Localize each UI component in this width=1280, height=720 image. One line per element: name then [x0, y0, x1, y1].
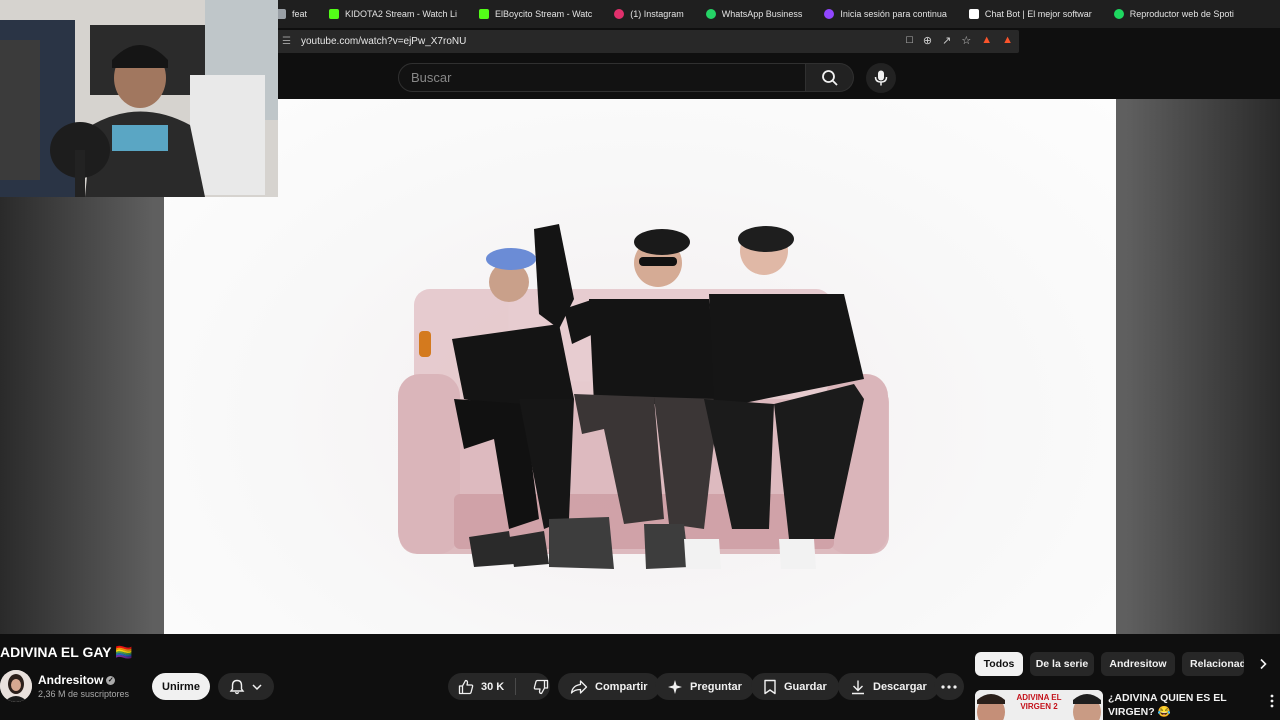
twitch-icon: [824, 9, 835, 19]
thumbnail-text: ADIVINA EL VIRGEN 2: [1016, 693, 1062, 711]
chip-andresitow[interactable]: Andresitow: [1101, 652, 1175, 676]
chip-todos[interactable]: Todos: [975, 652, 1023, 676]
more-horizontal-icon: [941, 684, 957, 689]
address-bar[interactable]: ☰ youtube.com/watch?v=ejPw_X7roNU □ ⊕ ↗ …: [276, 30, 1019, 53]
bell-icon: [229, 679, 245, 694]
site-info-icon[interactable]: ☰: [282, 36, 291, 47]
like-count: 30 K: [481, 680, 505, 693]
bookmark-label: WhatsApp Business: [721, 9, 803, 19]
more-vertical-icon: [1270, 694, 1274, 708]
download-icon: [852, 680, 864, 694]
bookmark-item[interactable]: KIDOTA2 Stream - Watch Li: [329, 9, 457, 19]
webcam-feed: [0, 0, 278, 197]
kick-icon: [479, 9, 490, 19]
download-button[interactable]: Descargar: [838, 673, 939, 700]
share-label: Compartir: [595, 680, 648, 693]
voice-search-button[interactable]: [866, 63, 896, 93]
chips-next-button[interactable]: [1250, 652, 1276, 676]
channel-name-text[interactable]: Andresitow: [38, 673, 103, 687]
join-button[interactable]: Unirme: [152, 673, 210, 700]
bookmark-label: Inicia sesión para continua: [840, 9, 947, 19]
bookmark-label: feat: [292, 9, 308, 19]
search-input[interactable]: [399, 64, 805, 91]
chatbot-icon: [968, 9, 979, 19]
brave-shield-icon[interactable]: ▲: [981, 34, 992, 47]
more-actions-button[interactable]: [934, 673, 964, 700]
instagram-icon: [614, 9, 625, 19]
chip-de-la-serie[interactable]: De la serie: [1030, 652, 1094, 676]
recommended-menu-button[interactable]: [1266, 692, 1278, 710]
dislike-button[interactable]: [523, 673, 549, 700]
chevron-right-icon: [1260, 658, 1267, 670]
video-frame: [398, 224, 889, 569]
bookmark-item[interactable]: Chat Bot | El mejor softwar: [968, 9, 1092, 19]
bookmark-item[interactable]: Reproductor web de Spoti: [1113, 9, 1234, 19]
chevron-down-icon: [252, 683, 262, 690]
rewards-icon[interactable]: ▲: [1002, 34, 1013, 47]
bookmark-label: Reproductor web de Spoti: [1129, 9, 1234, 19]
cast-icon[interactable]: □: [906, 34, 913, 47]
bookmark-label: ElBoycito Stream - Watc: [495, 9, 593, 19]
verified-check-icon: ✓: [106, 676, 116, 686]
recommended-thumbnail[interactable]: ADIVINA EL VIRGEN 2: [975, 690, 1103, 720]
bookmark-label: Chat Bot | El mejor softwar: [984, 9, 1092, 19]
address-bar-actions: □ ⊕ ↗ ☆ ▲ ▲: [906, 34, 1013, 47]
share-button[interactable]: Compartir: [558, 673, 660, 700]
share-icon: [570, 679, 588, 694]
screen: feat KIDOTA2 Stream - Watch Li ElBoycito S…: [0, 0, 1280, 720]
webcam-overlay: [0, 0, 278, 197]
search-box: [398, 63, 806, 92]
bookmark-item[interactable]: Inicia sesión para continua: [824, 9, 947, 19]
thumbnail-caption: ADIVINA EL VIRGEN 2: [1011, 693, 1067, 711]
subscriber-count: 2,36 M de suscriptores: [38, 689, 130, 699]
bookmark-icon: [764, 679, 776, 694]
recommended-title[interactable]: ¿ADIVINA QUIEN ES EL VIRGEN? 😂: [1108, 691, 1243, 719]
microphone-icon: [874, 70, 888, 86]
share-page-icon[interactable]: ↗: [942, 34, 951, 47]
like-divider: [515, 678, 517, 695]
thumbs-up-icon: [458, 679, 474, 694]
ask-label: Preguntar: [690, 680, 742, 693]
channel-avatar[interactable]: [0, 670, 32, 702]
spotify-icon: [1113, 9, 1124, 19]
ask-button[interactable]: Preguntar: [655, 673, 754, 700]
kick-icon: [329, 9, 340, 19]
video-player[interactable]: [164, 99, 1116, 634]
avatar-image: [0, 670, 32, 702]
youtube-masthead: [276, 56, 1280, 99]
notifications-button[interactable]: [218, 673, 274, 700]
bookmark-star-icon[interactable]: ☆: [961, 34, 971, 47]
chip-relacionados[interactable]: Relacionados: [1182, 652, 1244, 676]
bookmark-label: KIDOTA2 Stream - Watch Li: [345, 9, 458, 19]
bookmark-label: (1) Instagram: [630, 9, 684, 19]
bookmark-item[interactable]: ElBoycito Stream - Watc: [479, 9, 592, 19]
zoom-icon[interactable]: ⊕: [923, 34, 932, 47]
bookmark-item[interactable]: WhatsApp Business: [705, 9, 803, 19]
thumbs-down-icon: [533, 679, 549, 694]
search-icon: [821, 69, 838, 86]
save-label: Guardar: [784, 680, 827, 693]
bookmark-item[interactable]: feat: [276, 9, 307, 19]
channel-name[interactable]: Andresitow ✓: [38, 673, 116, 687]
video-title: ADIVINA EL GAY 🏳️‍🌈: [0, 644, 133, 660]
download-label: Descargar: [873, 680, 927, 693]
sparkle-icon: [668, 679, 682, 694]
like-button[interactable]: 30 K: [448, 673, 504, 700]
like-dislike-group: 30 K: [448, 673, 550, 700]
search-button[interactable]: [806, 63, 854, 92]
whatsapp-icon: [705, 9, 716, 19]
save-button[interactable]: Guardar: [751, 673, 839, 700]
url-text: youtube.com/watch?v=ejPw_X7roNU: [300, 36, 467, 47]
bookmark-item[interactable]: (1) Instagram: [614, 9, 684, 19]
